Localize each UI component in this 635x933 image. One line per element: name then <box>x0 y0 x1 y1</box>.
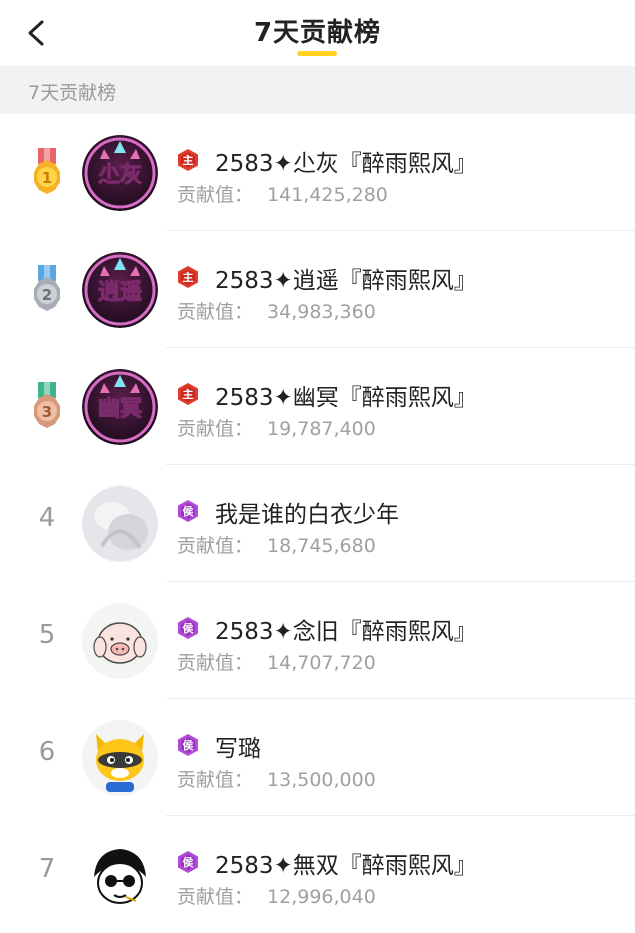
score-value: 19,787,400 <box>267 418 376 440</box>
section-header: 7天贡献榜 <box>0 66 635 114</box>
score-value: 141,425,280 <box>267 184 388 206</box>
badge-text: 侯 <box>183 738 195 752</box>
avatar[interactable]: 幽冥 <box>82 369 158 445</box>
badge-text: 主 <box>183 387 194 401</box>
host-badge-icon: 主 <box>178 383 198 405</box>
host-badge-icon: 主 <box>178 266 198 288</box>
contribution-score: 贡献值： 34,983,360 <box>177 297 376 324</box>
medal-rank-text: 1 <box>42 169 52 187</box>
contribution-list: 1 尐灰 主 2583✦尐灰『醉雨熙风』 贡献值： 141,425,280 2 … <box>0 114 635 933</box>
list-item[interactable]: 2 逍遥 主 2583✦逍遥『醉雨熙风』 贡献值： 34,983,360 <box>0 231 635 348</box>
avatar[interactable]: 逍遥 <box>82 252 158 328</box>
contribution-score: 贡献值： 19,787,400 <box>177 414 376 441</box>
marquis-badge-icon: 侯 <box>178 851 198 873</box>
avatar[interactable] <box>82 837 158 913</box>
avatar-text: 幽冥 <box>98 397 142 422</box>
score-value: 13,500,000 <box>267 769 376 791</box>
badge-text: 主 <box>183 153 194 167</box>
user-name[interactable]: 2583✦尐灰『醉雨熙风』 <box>215 144 477 178</box>
top-bar: 7天贡献榜 <box>0 0 635 66</box>
avatar[interactable] <box>82 720 158 796</box>
marquis-badge-icon: 侯 <box>178 734 198 756</box>
user-name[interactable]: 2583✦念旧『醉雨熙风』 <box>215 612 477 646</box>
user-name[interactable]: 2583✦逍遥『醉雨熙风』 <box>215 261 477 295</box>
user-name[interactable]: 我是谁的白衣少年 <box>215 495 399 529</box>
score-label: 贡献值： <box>177 769 254 791</box>
rank-number: 4 <box>38 503 56 533</box>
contribution-score: 贡献值： 14,707,720 <box>177 648 376 675</box>
marquis-badge-icon: 侯 <box>178 617 198 639</box>
score-value: 12,996,040 <box>267 886 376 908</box>
list-item[interactable]: 7 侯 2583✦無双『醉雨熙风』 贡献值： 12,996,040 <box>0 816 635 933</box>
badge-text: 侯 <box>183 504 195 518</box>
score-label: 贡献值： <box>177 886 254 908</box>
badge-text: 侯 <box>183 855 195 869</box>
list-item[interactable]: 3 幽冥 主 2583✦幽冥『醉雨熙风』 贡献值： 19,787,400 <box>0 348 635 465</box>
badge-text: 主 <box>183 270 194 284</box>
title-underline <box>297 51 337 56</box>
score-label: 贡献值： <box>177 535 254 557</box>
host-badge-icon: 主 <box>178 149 198 171</box>
silver-medal-icon: 2 <box>34 265 60 311</box>
badge-text: 侯 <box>183 621 195 635</box>
user-name[interactable]: 写璐 <box>215 729 261 763</box>
score-label: 贡献值： <box>177 652 254 674</box>
contribution-score: 贡献值： 12,996,040 <box>177 882 376 909</box>
avatar[interactable]: 尐灰 <box>82 135 158 211</box>
rank-number: 6 <box>38 737 56 767</box>
contribution-score: 贡献值： 141,425,280 <box>177 180 388 207</box>
list-item[interactable]: 1 尐灰 主 2583✦尐灰『醉雨熙风』 贡献值： 141,425,280 <box>0 114 635 231</box>
user-name[interactable]: 2583✦幽冥『醉雨熙风』 <box>215 378 477 412</box>
medal-rank-text: 3 <box>42 403 52 421</box>
avatar-text: 逍遥 <box>98 280 142 305</box>
score-label: 贡献值： <box>177 184 254 206</box>
medal-rank-text: 2 <box>42 286 52 304</box>
contribution-score: 贡献值： 18,745,680 <box>177 531 376 558</box>
marquis-badge-icon: 侯 <box>178 500 198 522</box>
list-item[interactable]: 5 侯 2583✦念旧『醉雨熙风』 贡献值： 14,707,720 <box>0 582 635 699</box>
score-value: 34,983,360 <box>267 301 376 323</box>
user-name[interactable]: 2583✦無双『醉雨熙风』 <box>215 846 477 880</box>
score-label: 贡献值： <box>177 418 254 440</box>
section-label: 7天贡献榜 <box>28 82 117 104</box>
list-item[interactable]: 6 侯 写璐 贡献值： 13,500,000 <box>0 699 635 816</box>
contribution-score: 贡献值： 13,500,000 <box>177 765 376 792</box>
gold-medal-icon: 1 <box>34 148 60 194</box>
avatar[interactable] <box>82 486 158 562</box>
list-item[interactable]: 4 侯 我是谁的白衣少年 贡献值： 18,745,680 <box>0 465 635 582</box>
avatar[interactable] <box>82 603 158 679</box>
score-value: 14,707,720 <box>267 652 376 674</box>
avatar-text: 尐灰 <box>98 162 142 188</box>
score-label: 贡献值： <box>177 301 254 323</box>
score-value: 18,745,680 <box>267 535 376 557</box>
rank-number: 7 <box>38 854 56 884</box>
page-title: 7天贡献榜 <box>253 18 382 48</box>
bronze-medal-icon: 3 <box>34 382 60 428</box>
rank-number: 5 <box>38 620 56 650</box>
